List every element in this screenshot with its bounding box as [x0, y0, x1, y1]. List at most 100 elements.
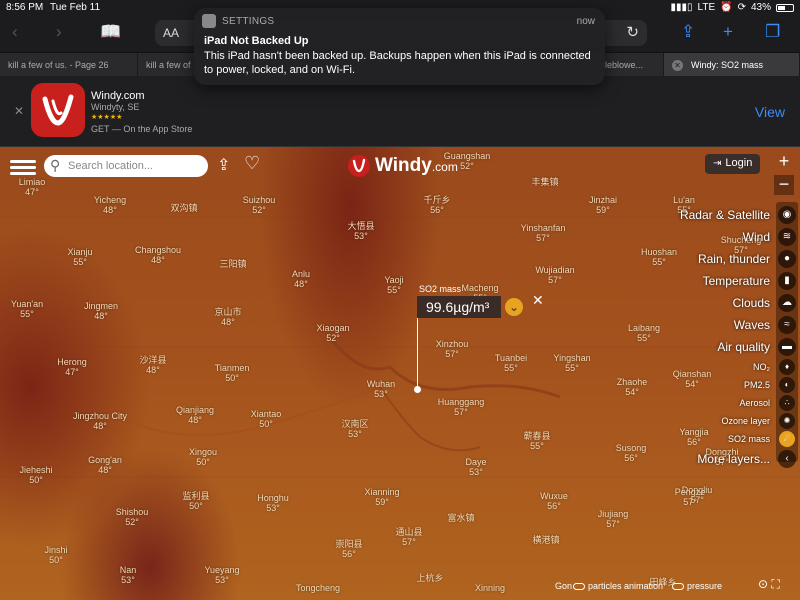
weather-map[interactable]: Limiao 47° Yicheng 48° 双沟镇 Suizhou 52° Xianju 55… [0, 147, 800, 600]
banner-close-icon[interactable]: ✕ [14, 104, 24, 118]
city-label: Tuanbei 55° [495, 353, 527, 373]
layer-item-ozone[interactable]: Ozone layer ✺ [600, 413, 800, 431]
bookmarks-icon[interactable]: 📖 [100, 22, 121, 42]
city-name: 蕲春县 [523, 431, 551, 441]
app-store-banner: ✕ Windy.com Windyty, SE ★★★★★ GET — On t… [0, 76, 800, 147]
city-name: Yueyang [204, 565, 240, 575]
text-size-button[interactable]: AA [163, 26, 179, 40]
city-name: Jiujiang [597, 509, 629, 519]
no2-icon: ♦ [779, 359, 795, 375]
search-input[interactable] [68, 158, 203, 174]
banner-cta: GET — On the App Store [91, 124, 193, 134]
alarm-icon: ⏰ [720, 2, 733, 13]
city-name: 三阳镇 [219, 259, 247, 269]
tab-forum-2[interactable]: kill a few of [138, 53, 196, 77]
tab-close-icon[interactable]: ✕ [672, 60, 683, 71]
city-name: Huanggang [437, 397, 485, 407]
city-name: Nan [119, 565, 137, 575]
share-icon[interactable]: ⇪ [681, 22, 695, 42]
city-label: Jinshi 50° [44, 545, 67, 565]
layer-item-waves[interactable]: Waves ≈ [600, 315, 800, 337]
status-indicators: ▮▮▮▯ LTE ⏰ ⟳ 43% [671, 2, 794, 13]
layer-label: Temperature [702, 274, 770, 288]
city-label: 京山市 48° [214, 307, 241, 327]
particles-toggle[interactable]: particles animation [573, 581, 663, 591]
layer-label: Ozone layer [721, 416, 770, 426]
pm25-icon: ◐ [779, 377, 795, 393]
heart-icon[interactable]: ♡ [244, 153, 260, 174]
city-label: Yaoji 55° [384, 275, 403, 295]
layer-item-rain[interactable]: Rain, thunder ● [600, 249, 800, 271]
city-label: 丰集镇 [531, 177, 558, 187]
city-name: Yingshan [553, 353, 591, 363]
reload-icon[interactable]: ↻ [626, 23, 639, 41]
layer-item-cloud[interactable]: Clouds ☁ [600, 293, 800, 315]
chevron-down-icon[interactable]: ⌄ [505, 298, 523, 316]
city-name: Tongcheng [295, 583, 341, 593]
city-label: 崇阳县 56° [335, 539, 362, 559]
layer-item-satellite[interactable]: Radar & Satellite ◉ [600, 205, 800, 227]
tabs-overview-icon[interactable]: ❐ [765, 22, 780, 42]
city-label: 蕲春县 55° [523, 431, 550, 451]
popup-location-dot[interactable] [414, 386, 421, 393]
city-name: Tuanbei [494, 353, 528, 363]
layer-item-aerosol[interactable]: Aerosol ∴ [600, 395, 800, 413]
pressure-toggle[interactable]: pressure [672, 581, 722, 591]
zoom-out-button[interactable]: − [774, 175, 794, 195]
back-icon[interactable]: ‹ [12, 22, 18, 42]
popup-value[interactable]: 99.6µg/m³ [417, 296, 501, 318]
city-name: 双沟镇 [170, 203, 198, 213]
toggle-switch-icon [672, 583, 684, 591]
windy-logo[interactable]: Windy.com [348, 155, 458, 177]
city-label: 双沟镇 [170, 203, 197, 213]
layer-item-car[interactable]: Air quality ▬ [600, 337, 800, 359]
city-name: Macheng [461, 283, 499, 293]
city-label: 横港镇 [532, 535, 559, 545]
new-tab-icon[interactable]: + [723, 22, 733, 42]
notification-body: This iPad hasn't been backed up. Backups… [204, 50, 591, 76]
city-name: 上杭乡 [416, 573, 444, 583]
city-label: Anlu 48° [292, 269, 310, 289]
login-icon: ⇥ [713, 158, 722, 169]
search-icon: ⚲ [50, 157, 61, 173]
city-name: Wuxue [540, 491, 568, 501]
layer-label: PM2.5 [743, 380, 770, 390]
city-name: 大悟县 [347, 221, 375, 231]
zoom-in-button[interactable]: + [774, 151, 794, 171]
search-box[interactable]: ⚲ [44, 155, 208, 177]
city-label: Xingou 50° [189, 447, 217, 467]
layer-item-chevron-left[interactable]: More layers... ‹ [600, 449, 800, 471]
share-icon[interactable]: ⇪ [217, 155, 230, 175]
city-name: 丰集镇 [531, 177, 559, 187]
tab-forum-page[interactable]: kill a few of us. - Page 26 [0, 53, 138, 77]
layer-item-pm25[interactable]: PM2.5 ◐ [600, 377, 800, 395]
layer-item-thermometer[interactable]: Temperature ▮ [600, 271, 800, 293]
layer-item-wind[interactable]: Wind ≋ [600, 227, 800, 249]
battery-percent: 43% [750, 2, 771, 13]
city-value: 55° [504, 363, 518, 373]
city-label: 通山县 57° [395, 527, 422, 547]
notification-banner[interactable]: SETTINGS now iPad Not Backed Up This iPa… [194, 8, 605, 85]
city-name: Anlu [291, 269, 311, 279]
city-name: Jieheshi [19, 465, 53, 475]
city-name: 崇阳县 [335, 539, 363, 549]
city-value: 52° [125, 517, 139, 527]
city-name: Wujiadian [535, 265, 575, 275]
layer-item-so2[interactable]: SO2 mass ☄ [600, 431, 800, 449]
battery-icon [776, 3, 794, 12]
city-value: 57° [548, 275, 562, 285]
menu-icon[interactable] [10, 157, 36, 177]
tab-windy-active[interactable]: ✕ Windy: SO2 mass [664, 53, 800, 77]
forward-icon[interactable]: › [56, 22, 62, 42]
city-value: 48° [146, 365, 160, 375]
layer-item-no2[interactable]: NO₂ ♦ [600, 359, 800, 377]
banner-view-button[interactable]: View [755, 104, 785, 120]
city-label: Jingzhou City 48° [73, 411, 127, 431]
fullscreen-icon[interactable]: ⊙ ⛶ [758, 577, 780, 592]
layer-menu: Radar & Satellite ◉ Wind ≋ Rain, thunder ● Tem… [600, 205, 800, 471]
close-icon[interactable]: ✕ [532, 292, 544, 309]
layer-label: Clouds [732, 296, 770, 310]
city-label: Huanggang 57° [438, 397, 485, 417]
login-button[interactable]: ⇥ Login [705, 154, 760, 174]
city-name: Pengze [674, 487, 706, 497]
